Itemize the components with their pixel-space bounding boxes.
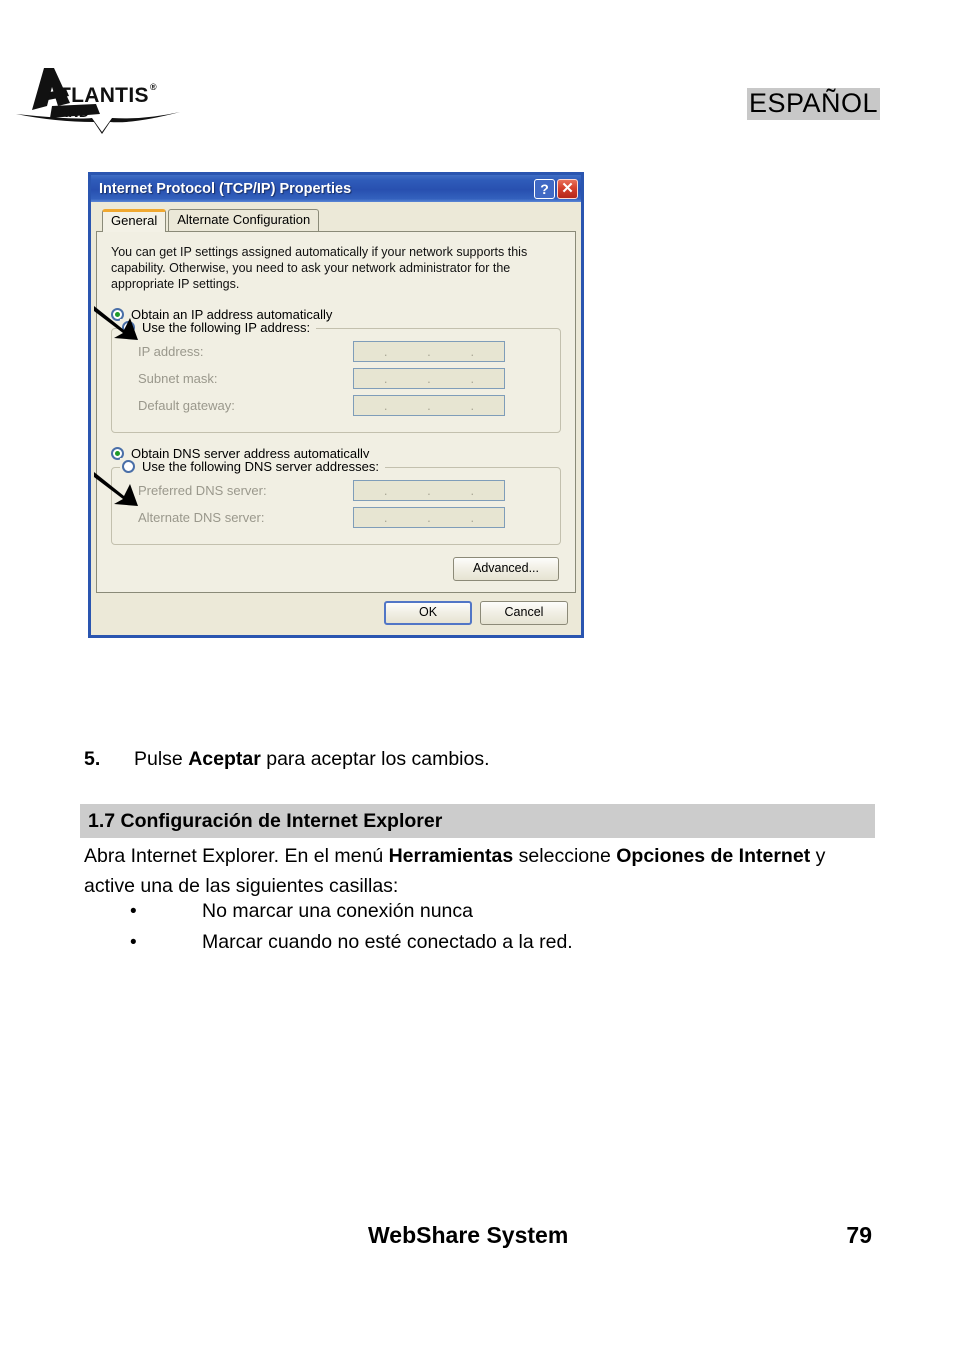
tab-general[interactable]: General: [102, 209, 167, 232]
footer-page-number: 79: [846, 1222, 872, 1248]
list-item-label: Marcar cuando no esté conectado a la red…: [202, 931, 573, 953]
close-glyph: ✕: [561, 180, 574, 197]
bullet-glyph: •: [130, 932, 137, 953]
list-item-label: No marcar una conexión nunca: [202, 900, 473, 922]
list-item: • No marcar una conexión nunca: [130, 896, 870, 927]
page-header: TLANTIS ® AND ESPAÑOL: [0, 0, 954, 150]
tab-alternate-configuration[interactable]: Alternate Configuration: [168, 209, 320, 231]
radio-label-use-following-ip: Use the following IP address:: [142, 320, 311, 335]
input-default-gateway[interactable]: . . .: [353, 395, 505, 416]
ip-dot: .: [383, 343, 388, 359]
field-ip-address: IP address: . . .: [138, 341, 548, 362]
svg-text:AND: AND: [58, 104, 89, 120]
ip-dot: .: [427, 509, 431, 525]
list-item: • Marcar cuando no esté conectado a la r…: [130, 927, 870, 958]
ip-dot: .: [470, 343, 475, 359]
dialog-titlebar[interactable]: Internet Protocol (TCP/IP) Properties ? …: [91, 175, 581, 202]
ip-dot: .: [427, 343, 431, 359]
advanced-row: Advanced...: [109, 557, 559, 581]
input-subnet-mask[interactable]: . . .: [353, 368, 505, 389]
ip-dot: .: [383, 482, 388, 498]
section-heading: 1.7 Configuración de Internet Explorer: [80, 804, 875, 838]
bullet-glyph: •: [130, 901, 137, 922]
atlantis-land-logo: TLANTIS ® AND: [14, 62, 184, 134]
ip-dot: .: [470, 509, 475, 525]
radio-use-following-dns[interactable]: Use the following DNS server addresses:: [120, 458, 385, 475]
cancel-button[interactable]: Cancel: [480, 601, 568, 625]
groupbox-manual-dns: Use the following DNS server addresses: …: [111, 458, 561, 545]
titlebar-buttons: ? ✕: [534, 178, 578, 199]
ip-dot: .: [470, 482, 475, 498]
intro-description: You can get IP settings assigned automat…: [111, 245, 528, 291]
step-text-bold: Aceptar: [188, 748, 261, 770]
input-alternate-dns[interactable]: . . .: [353, 507, 505, 528]
paragraph-part2: seleccione: [513, 845, 617, 867]
dialog-body: General Alternate Configuration You can …: [91, 202, 581, 635]
label-default-gateway: Default gateway:: [138, 398, 235, 413]
svg-text:®: ®: [150, 82, 157, 92]
ip-dot: .: [470, 370, 475, 386]
field-default-gateway: Default gateway: . . .: [138, 395, 548, 416]
radio-indicator-use-following-dns: [122, 460, 135, 473]
advanced-button[interactable]: Advanced...: [453, 557, 559, 581]
groupbox-manual-ip: Use the following IP address: IP address…: [111, 319, 561, 433]
dialog-title: Internet Protocol (TCP/IP) Properties: [99, 180, 352, 197]
help-icon[interactable]: ?: [534, 178, 555, 199]
paragraph-bold2: Opciones de Internet: [616, 845, 811, 867]
tab-panel-general: You can get IP settings assigned automat…: [96, 231, 576, 593]
step-number: 5.: [84, 748, 101, 770]
ip-dot: .: [427, 397, 431, 413]
input-ip-address[interactable]: . . .: [353, 341, 505, 362]
language-badge: ESPAÑOL: [746, 88, 880, 120]
field-preferred-dns: Preferred DNS server: . . .: [138, 480, 548, 501]
field-subnet-mask: Subnet mask: . . .: [138, 368, 548, 389]
close-icon[interactable]: ✕: [557, 178, 578, 199]
label-preferred-dns: Preferred DNS server:: [138, 483, 267, 498]
ip-dot: .: [427, 482, 431, 498]
ip-dot: .: [383, 370, 388, 386]
label-alternate-dns: Alternate DNS server:: [138, 510, 265, 525]
radio-use-following-ip[interactable]: Use the following IP address:: [120, 319, 317, 336]
step-text-before: Pulse: [134, 748, 189, 770]
radio-indicator-use-following-ip: [122, 321, 135, 334]
step-5: 5. Pulse Aceptar para aceptar los cambios…: [84, 746, 884, 772]
footer-title: WebShare System: [368, 1222, 569, 1248]
dialog-footer: OK Cancel: [96, 593, 576, 629]
ip-dot: .: [383, 509, 388, 525]
paragraph-part1: Abra Internet Explorer. En el menú: [84, 845, 389, 867]
field-alternate-dns: Alternate DNS server: . . .: [138, 507, 548, 528]
page-footer: WebShare System 79: [0, 1222, 954, 1262]
label-subnet-mask: Subnet mask:: [138, 371, 218, 386]
tcpip-properties-dialog: Internet Protocol (TCP/IP) Properties ? …: [88, 172, 584, 638]
ip-dot: .: [470, 397, 475, 413]
input-preferred-dns[interactable]: . . .: [353, 480, 505, 501]
radio-label-use-following-dns: Use the following DNS server addresses:: [142, 459, 379, 474]
label-ip-address: IP address:: [138, 344, 204, 359]
ip-dot: .: [383, 397, 388, 413]
ok-button[interactable]: OK: [384, 601, 472, 625]
step-text-after: para aceptar los cambios.: [260, 748, 490, 770]
paragraph-bold1: Herramientas: [388, 845, 514, 867]
section-paragraph: Abra Internet Explorer. En el menú Herra…: [84, 841, 874, 901]
tab-strip: General Alternate Configuration: [96, 207, 576, 232]
ip-dot: .: [427, 370, 431, 386]
option-bullet-list: • No marcar una conexión nunca • Marcar …: [130, 896, 870, 958]
